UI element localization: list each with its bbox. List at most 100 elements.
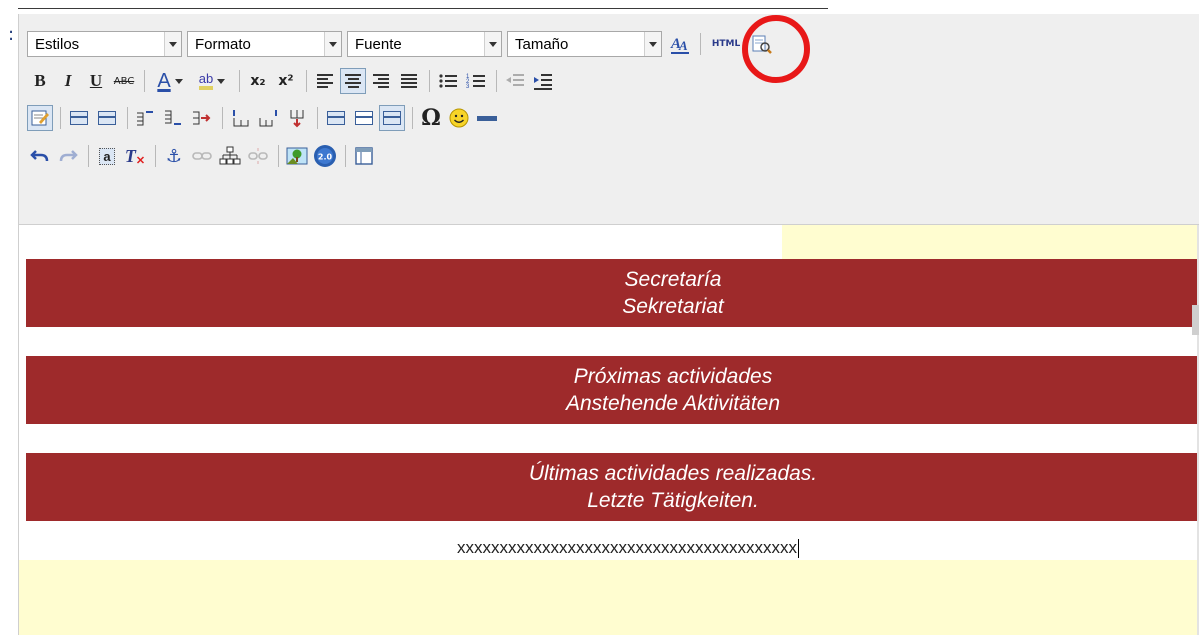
remove-x-icon: ✕ <box>135 154 146 167</box>
toolbar-separator <box>700 33 701 55</box>
toolbar-separator <box>317 107 318 129</box>
toolbar-separator <box>155 145 156 167</box>
superscript-button[interactable]: x² <box>273 68 299 94</box>
sitemap-icon[interactable] <box>217 143 243 169</box>
merge-cells-icon[interactable] <box>351 105 377 131</box>
banner-line-2: Sekretariat <box>622 295 724 318</box>
banner-line-1: Próximas actividades <box>573 365 773 388</box>
edit-table-icon[interactable] <box>27 105 53 131</box>
strikethrough-button[interactable]: ABC <box>111 68 137 94</box>
split-cells-icon[interactable] <box>323 105 349 131</box>
toolbar-separator <box>239 70 240 92</box>
table-icon[interactable] <box>66 105 92 131</box>
delete-col-icon[interactable] <box>284 105 310 131</box>
web2-badge-icon[interactable]: 2.0 <box>312 143 338 169</box>
italic-button[interactable]: I <box>55 68 81 94</box>
align-justify-icon[interactable] <box>396 68 422 94</box>
numbered-list-icon[interactable]: 123 <box>463 68 489 94</box>
html-source-button[interactable]: HTML <box>706 31 746 57</box>
toolbar-row-4: a T ✕ ⚓ 2.0 <box>27 141 379 171</box>
chevron-down-icon <box>484 32 501 56</box>
toolbar-separator <box>496 70 497 92</box>
toolbar-row-2: B I U ABC A ab x₂ x² 1 2 3 <box>27 66 558 96</box>
bold-label: B <box>34 71 46 90</box>
typed-text: xxxxxxxxxxxxxxxxxxxxxxxxxxxxxxxxxxxxxxxx <box>457 538 797 557</box>
underline-button[interactable]: U <box>83 68 109 94</box>
chevron-down-icon <box>164 32 181 56</box>
chevron-down-icon <box>217 78 226 84</box>
select-all-button[interactable]: a <box>94 143 120 169</box>
banner-line-2: Letzte Tätigkeiten. <box>587 489 759 512</box>
italic-label: I <box>64 71 72 90</box>
font-dropdown-label: Fuente <box>355 35 402 53</box>
smiley-icon[interactable] <box>446 105 472 131</box>
html-source-label: HTML <box>711 39 741 49</box>
toolbar-separator <box>127 107 128 129</box>
undo-icon[interactable] <box>27 143 53 169</box>
highlight-color-button[interactable]: ab <box>192 68 232 94</box>
chevron-down-icon <box>174 78 183 84</box>
toolbar-separator <box>222 107 223 129</box>
svg-text:3: 3 <box>466 84 470 90</box>
size-dropdown[interactable]: Tamaño <box>507 31 662 57</box>
anchor-label: ⚓ <box>165 145 183 167</box>
banner-proximas-actividades: Próximas actividades Anstehende Aktivitä… <box>26 356 1199 424</box>
banner-ultimas-actividades: Últimas actividades realizadas. Letzte T… <box>26 453 1199 521</box>
delete-row-icon[interactable] <box>189 105 215 131</box>
toolbar-separator <box>345 145 346 167</box>
unlink-icon[interactable] <box>245 143 271 169</box>
insert-col-after-icon[interactable] <box>256 105 282 131</box>
special-char-button[interactable]: Ω <box>418 105 444 131</box>
annotation-circle <box>742 15 810 83</box>
format-dropdown[interactable]: Formato <box>187 31 342 57</box>
remove-format-label: T <box>124 145 136 166</box>
toolbar-separator <box>60 107 61 129</box>
table-cell-icon[interactable] <box>94 105 120 131</box>
select-all-label: a <box>99 147 115 165</box>
redo-icon[interactable] <box>55 143 81 169</box>
insert-row-before-icon[interactable] <box>133 105 159 131</box>
toolbar-row-3: Ω <box>27 103 502 133</box>
bullet-list-icon[interactable] <box>435 68 461 94</box>
underline-label: U <box>89 71 103 90</box>
link-icon[interactable] <box>189 143 215 169</box>
editor-content-area[interactable]: Secretaría Sekretariat Próximas activida… <box>19 225 1199 635</box>
format-dropdown-label: Formato <box>195 35 251 53</box>
banner-secretaria: Secretaría Sekretariat <box>26 259 1199 327</box>
toolbar-separator <box>88 145 89 167</box>
template-icon[interactable] <box>351 143 377 169</box>
toolbar-row-1: Estilos Formato Fuente Tamaño AA HTML <box>27 29 776 59</box>
toolbar-separator <box>278 145 279 167</box>
editable-text-line[interactable]: xxxxxxxxxxxxxxxxxxxxxxxxxxxxxxxxxxxxxxxx <box>457 538 799 559</box>
top-rule <box>18 8 828 9</box>
indent-icon[interactable] <box>530 68 556 94</box>
table-props-icon[interactable] <box>379 105 405 131</box>
highlight-color-label: ab <box>198 72 214 90</box>
styles-dropdown[interactable]: Estilos <box>27 31 182 57</box>
chevron-down-icon <box>324 32 341 56</box>
align-right-icon[interactable] <box>368 68 394 94</box>
editor-toolbar: Estilos Formato Fuente Tamaño AA HTML B … <box>19 14 1199 225</box>
bold-button[interactable]: B <box>27 68 53 94</box>
horizontal-rule-icon[interactable] <box>474 105 500 131</box>
align-center-icon[interactable] <box>340 68 366 94</box>
toolbar-separator <box>429 70 430 92</box>
chevron-down-icon <box>644 32 661 56</box>
strikethrough-label: ABC <box>113 75 135 87</box>
scrollbar-thumb[interactable] <box>1192 305 1199 335</box>
subscript-button[interactable]: x₂ <box>245 68 271 94</box>
font-style-icon[interactable]: AA <box>667 31 693 57</box>
subscript-label: x₂ <box>250 73 266 89</box>
insert-row-after-icon[interactable] <box>161 105 187 131</box>
image-icon[interactable] <box>284 143 310 169</box>
anchor-button[interactable]: ⚓ <box>161 143 187 169</box>
banner-line-1: Últimas actividades realizadas. <box>528 462 818 485</box>
remove-format-button[interactable]: T ✕ <box>122 143 148 169</box>
outdent-icon[interactable] <box>502 68 528 94</box>
insert-col-before-icon[interactable] <box>228 105 254 131</box>
banner-line-2: Anstehende Aktivitäten <box>565 392 781 415</box>
font-dropdown[interactable]: Fuente <box>347 31 502 57</box>
special-char-label: Ω <box>421 105 441 131</box>
font-color-button[interactable]: A <box>150 68 190 94</box>
align-left-icon[interactable] <box>312 68 338 94</box>
